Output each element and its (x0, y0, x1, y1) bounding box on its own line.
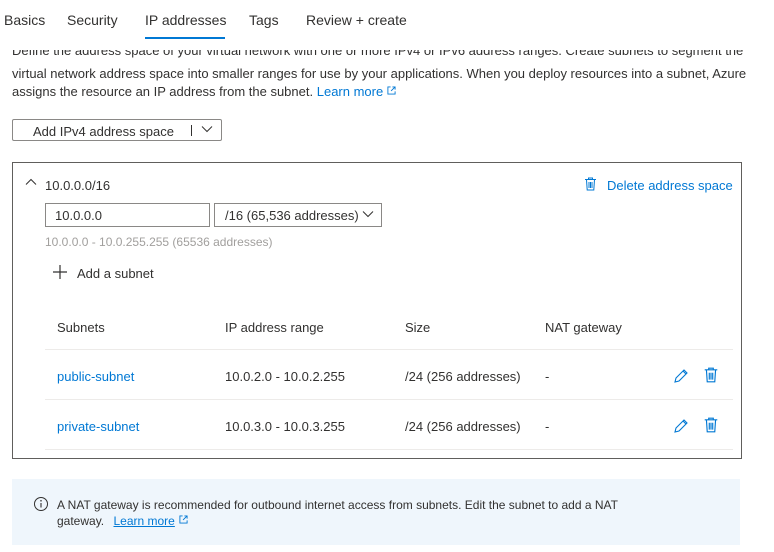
table-row: public-subnet 10.0.2.0 - 10.0.2.255 /24 … (45, 350, 733, 399)
tab-security[interactable]: Security (67, 12, 118, 28)
tab-review-create[interactable]: Review + create (306, 12, 407, 28)
trash-icon[interactable] (703, 417, 719, 433)
edit-pencil-icon[interactable] (673, 368, 689, 384)
row-divider (45, 449, 733, 450)
add-ipv4-address-space-button[interactable]: Add IPv4 address space (12, 119, 222, 141)
edit-pencil-icon[interactable] (673, 418, 689, 434)
column-header-size: Size (405, 320, 431, 335)
chevron-down-icon[interactable] (201, 125, 213, 133)
add-subnet-label: Add a subnet (77, 266, 154, 281)
subnet-name-link[interactable]: public-subnet (57, 369, 134, 384)
description-truncated-line: Define the address space of your virtual… (12, 50, 744, 58)
subnet-size: /24 (256 addresses) (405, 369, 521, 384)
address-size-dropdown[interactable]: /16 (65,536 addresses) (214, 203, 382, 227)
subnet-name-link[interactable]: private-subnet (57, 419, 139, 434)
address-range-hint: 10.0.0.0 - 10.0.255.255 (65536 addresses… (45, 235, 273, 249)
subnet-ip-range: 10.0.3.0 - 10.0.3.255 (225, 419, 345, 434)
active-tab-indicator (145, 37, 225, 39)
ip-address-field[interactable] (45, 203, 210, 227)
plus-icon (53, 265, 67, 279)
address-space-title: 10.0.0.0/16 (45, 178, 111, 193)
tab-tags[interactable]: Tags (249, 12, 279, 28)
subnet-size: /24 (256 addresses) (405, 419, 521, 434)
trash-icon (585, 177, 596, 191)
info-learn-more-link[interactable]: Learn more (113, 514, 188, 528)
column-header-nat-gateway: NAT gateway (545, 320, 622, 335)
external-link-icon (179, 515, 188, 524)
info-banner-text: A NAT gateway is recommended for outboun… (57, 497, 637, 529)
address-size-value: /16 (65,536 addresses) (225, 208, 359, 223)
subnet-nat-gateway: - (545, 419, 550, 434)
add-ipv4-address-space-label: Add IPv4 address space (33, 124, 174, 139)
nat-gateway-info-banner: A NAT gateway is recommended for outboun… (12, 479, 740, 545)
chevron-up-icon[interactable] (25, 178, 37, 186)
tab-ip-addresses[interactable]: IP addresses (145, 12, 226, 28)
subnet-nat-gateway: - (545, 369, 550, 384)
split-divider (191, 125, 192, 136)
trash-icon[interactable] (703, 367, 719, 383)
external-link-icon (387, 86, 396, 95)
table-row: private-subnet 10.0.3.0 - 10.0.3.255 /24… (45, 400, 733, 449)
tab-bar: Basics Security IP addresses Tags Review… (0, 0, 774, 42)
column-header-ip-range: IP address range (225, 320, 324, 335)
info-icon (34, 497, 48, 511)
column-header-subnets: Subnets (57, 320, 105, 335)
delete-address-space-label: Delete address space (607, 178, 733, 193)
subnet-ip-range: 10.0.2.0 - 10.0.2.255 (225, 369, 345, 384)
tab-basics[interactable]: Basics (4, 12, 45, 28)
add-subnet-button[interactable]: Add a subnet (52, 264, 162, 282)
description-text: virtual network address space into small… (12, 65, 762, 101)
ip-address-input[interactable] (46, 205, 205, 225)
chevron-down-icon (362, 211, 374, 218)
learn-more-link[interactable]: Learn more (317, 84, 396, 99)
